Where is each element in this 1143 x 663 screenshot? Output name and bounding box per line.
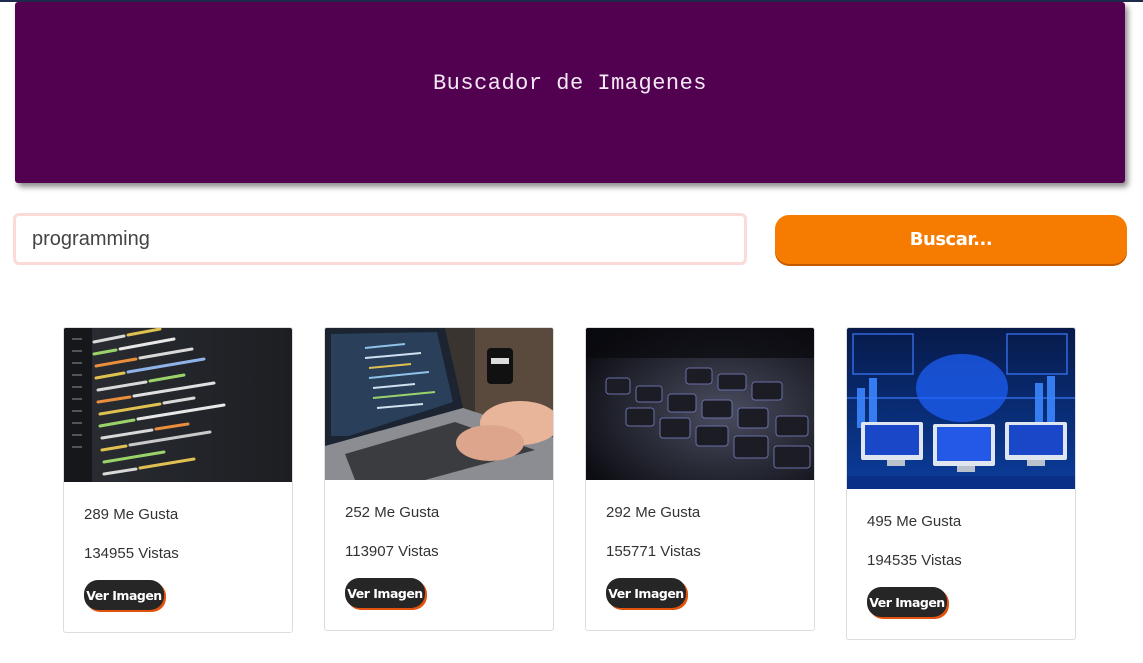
likes-count: 252 Me Gusta	[345, 504, 440, 521]
image-card: 292 Me Gusta 155771 Vistas Ver Imagen	[585, 327, 815, 631]
view-image-button[interactable]: Ver Imagen	[867, 587, 947, 617]
view-image-button[interactable]: Ver Imagen	[345, 578, 425, 608]
view-image-button[interactable]: Ver Imagen	[606, 578, 686, 608]
search-input[interactable]	[16, 216, 744, 262]
views-count: 134955 Vistas	[84, 545, 179, 562]
result-image[interactable]	[325, 328, 553, 480]
likes-count: 289 Me Gusta	[84, 506, 179, 523]
result-image[interactable]	[586, 328, 814, 480]
page-title: Buscador de Imagenes	[432, 71, 708, 96]
views-count: 113907 Vistas	[345, 543, 439, 560]
result-image[interactable]	[847, 328, 1075, 489]
view-image-button[interactable]: Ver Imagen	[84, 580, 164, 610]
views-count: 155771 Vistas	[606, 543, 701, 560]
likes-count: 292 Me Gusta	[606, 504, 701, 521]
image-card: 289 Me Gusta 134955 Vistas Ver Imagen	[63, 327, 293, 633]
result-image[interactable]	[64, 328, 292, 482]
image-card: 252 Me Gusta 113907 Vistas Ver Imagen	[324, 327, 554, 631]
header-banner: Buscador de Imagenes	[15, 2, 1125, 183]
image-card: 495 Me Gusta 194535 Vistas Ver Imagen	[846, 327, 1076, 640]
search-field[interactable]	[13, 213, 747, 265]
views-count: 194535 Vistas	[867, 552, 962, 569]
search-button[interactable]: Buscar...	[775, 215, 1127, 264]
likes-count: 495 Me Gusta	[867, 513, 962, 530]
